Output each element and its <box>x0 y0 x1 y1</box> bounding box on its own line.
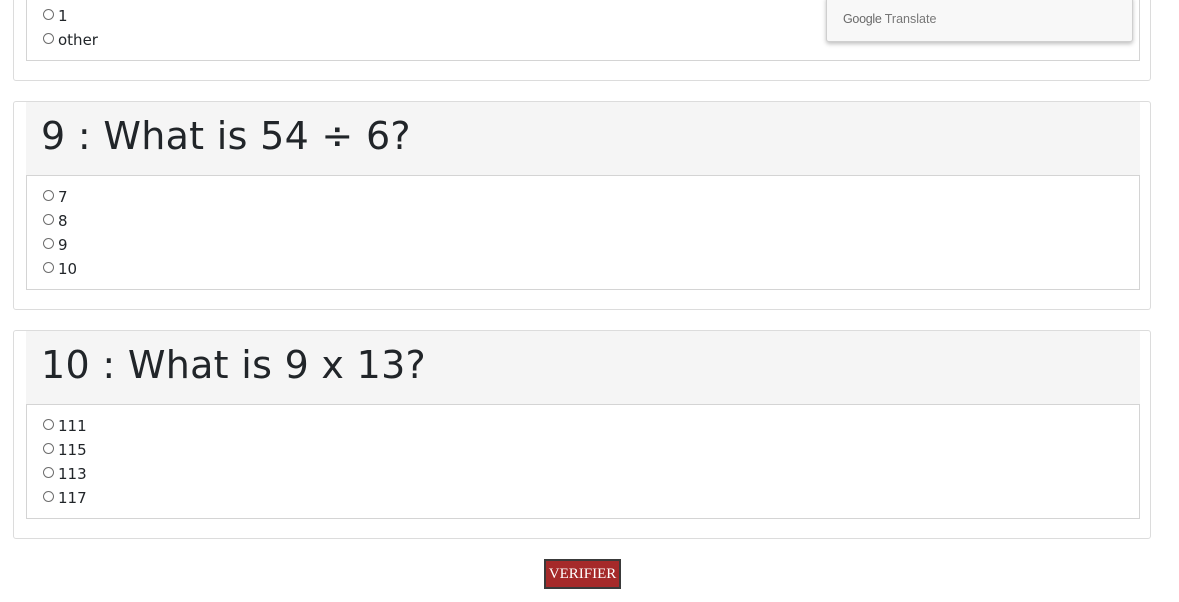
option-label: 111 <box>58 417 87 435</box>
option-9-8[interactable]: 8 <box>43 209 68 233</box>
option-9-10[interactable]: 10 <box>43 257 77 281</box>
option-8-1[interactable]: 1 <box>43 4 68 28</box>
question-title-9: 9 : What is 54 ÷ 6? <box>41 114 411 158</box>
option-10-113[interactable]: 113 <box>43 462 87 486</box>
radio-button[interactable] <box>43 213 54 225</box>
option-10-115[interactable]: 115 <box>43 438 87 462</box>
radio-button[interactable] <box>43 237 54 249</box>
radio-button[interactable] <box>43 261 54 273</box>
option-label: 7 <box>58 188 68 206</box>
option-label: 115 <box>58 441 87 459</box>
question-options-10: 111 115 113 117 <box>26 405 1140 519</box>
question-header-9: 9 : What is 54 ÷ 6? <box>26 102 1140 176</box>
question-options-9: 7 8 9 10 <box>26 176 1140 290</box>
question-title-10: 10 : What is 9 x 13? <box>41 343 427 387</box>
question-card-10: 10 : What is 9 x 13? 111 115 113 117 <box>13 330 1151 539</box>
translate-text: Translate <box>884 12 937 26</box>
option-10-117[interactable]: 117 <box>43 486 87 510</box>
radio-button[interactable] <box>43 8 54 20</box>
option-label: 10 <box>58 260 78 278</box>
option-10-111[interactable]: 111 <box>43 414 87 438</box>
radio-button[interactable] <box>43 418 54 430</box>
google-translate-widget[interactable]: Google Translate <box>826 0 1133 42</box>
option-label: 1 <box>58 7 68 25</box>
option-9-9[interactable]: 9 <box>43 233 68 257</box>
question-card-9: 9 : What is 54 ÷ 6? 7 8 9 10 <box>13 101 1151 310</box>
radio-button[interactable] <box>43 32 54 44</box>
radio-button[interactable] <box>43 466 54 478</box>
option-9-7[interactable]: 7 <box>43 185 68 209</box>
option-label: 117 <box>58 489 87 507</box>
option-label: other <box>58 31 98 49</box>
question-header-10: 10 : What is 9 x 13? <box>26 331 1140 405</box>
option-8-other[interactable]: other <box>43 28 98 52</box>
google-translate-label: Google Translate <box>843 12 936 26</box>
google-logo-text: Google <box>843 12 882 26</box>
option-label: 9 <box>58 236 68 254</box>
radio-button[interactable] <box>43 490 54 502</box>
option-label: 113 <box>58 465 87 483</box>
radio-button[interactable] <box>43 189 54 201</box>
verify-button[interactable]: VERIFIER <box>544 559 621 589</box>
option-label: 8 <box>58 212 68 230</box>
radio-button[interactable] <box>43 442 54 454</box>
